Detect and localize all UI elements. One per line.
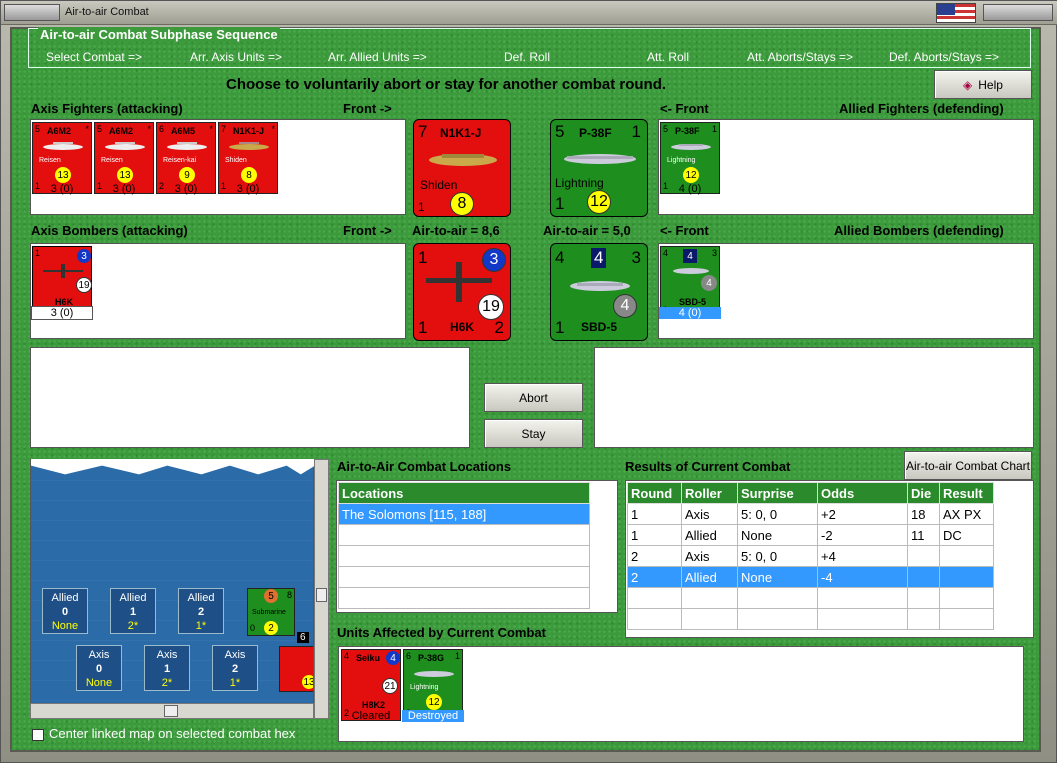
axis-air-to-air: Air-to-air = 8,6 bbox=[412, 223, 500, 238]
front-label: Front -> bbox=[343, 223, 392, 238]
center-map-checkbox[interactable] bbox=[32, 729, 44, 741]
counter-caption: 3 (0) bbox=[31, 306, 93, 320]
step-def-roll: Def. Roll bbox=[504, 50, 551, 64]
allied-box-1: Allied 1 2* bbox=[110, 588, 156, 634]
combat-chart-button[interactable]: Air-to-air Combat Chart bbox=[904, 451, 1032, 480]
locations-title: Air-to-Air Combat Locations bbox=[337, 459, 512, 474]
axis-map-counter[interactable]: 13 bbox=[279, 646, 313, 692]
allied-bombers-label: Allied Bombers (defending) bbox=[834, 223, 1004, 238]
location-item[interactable]: The Solomons [115, 188] bbox=[338, 503, 590, 525]
front-label: Front -> bbox=[343, 101, 392, 116]
help-icon: ◈ bbox=[963, 77, 973, 92]
map-vscrollbar[interactable] bbox=[314, 459, 329, 719]
mini-map[interactable]: Allied 0 None Allied 1 2* Allied 2 1* Axis 0 Non… bbox=[30, 459, 314, 719]
counter-caption: Destroyed bbox=[402, 710, 464, 722]
step-att-aborts: Att. Aborts/Stays => bbox=[747, 50, 854, 64]
axis-box-1: Axis 1 2* bbox=[144, 645, 190, 691]
window-frame: Air-to-air Combat Air-to-air Combat Subp… bbox=[0, 0, 1057, 763]
submarine-counter[interactable]: 5 8 Submarine 0 2 bbox=[247, 588, 295, 636]
counter-caption: Cleared bbox=[351, 710, 391, 722]
counter-caption: 4 (0) bbox=[659, 307, 721, 319]
result-row[interactable]: 2 Allied None -4 bbox=[627, 566, 994, 588]
abort-button[interactable]: Abort bbox=[484, 383, 583, 412]
front-label: <- Front bbox=[660, 101, 709, 116]
prompt-text: Choose to voluntarily abort or stay for … bbox=[226, 76, 667, 93]
system-menu-button[interactable] bbox=[4, 4, 60, 21]
hex-label: 6 bbox=[297, 632, 309, 643]
axis-box-0: Axis 0 None bbox=[76, 645, 122, 691]
result-row[interactable]: 1 Allied None -2 11 DC bbox=[627, 524, 994, 546]
allied-fighters-label: Allied Fighters (defending) bbox=[839, 101, 1004, 116]
result-row[interactable]: 1 Axis 5: 0, 0 +2 18 AX PX bbox=[627, 503, 994, 525]
step-arr-allied: Arr. Allied Units => bbox=[328, 50, 427, 64]
window-title: Air-to-air Combat bbox=[65, 6, 149, 18]
title-bar: Air-to-air Combat bbox=[1, 1, 1057, 25]
axis-box-2: Axis 2 1* bbox=[212, 645, 258, 691]
counter-caption: 4 (0) bbox=[678, 183, 702, 195]
allied-box-0: Allied 0 None bbox=[42, 588, 88, 634]
stay-button[interactable]: Stay bbox=[484, 419, 583, 448]
window-controls[interactable] bbox=[983, 4, 1053, 21]
counter-caption: 3 (0) bbox=[236, 183, 260, 195]
locations-panel: Locations The Solomons [115, 188] bbox=[336, 480, 618, 613]
step-arr-axis: Arr. Axis Units => bbox=[190, 50, 283, 64]
allied-air-to-air: Air-to-air = 5,0 bbox=[543, 223, 631, 238]
results-title: Results of Current Combat bbox=[625, 459, 791, 474]
allied-lead-bomber[interactable]: 4 4 3 4 1 SBD-5 bbox=[550, 243, 648, 341]
step-select-combat: Select Combat => bbox=[46, 50, 143, 64]
counter-caption: 3 (0) bbox=[174, 183, 198, 195]
result-row[interactable]: 2 Axis 5: 0, 0 +4 bbox=[627, 545, 994, 567]
locations-header: Locations bbox=[338, 482, 590, 504]
front-label: <- Front bbox=[660, 223, 709, 238]
step-att-roll: Att. Roll bbox=[647, 50, 690, 64]
results-panel: Round Roller Surprise Odds Die Result 1 Axis… bbox=[625, 480, 1034, 638]
axis-abort-panel bbox=[30, 347, 470, 448]
map-hscrollbar[interactable] bbox=[30, 703, 314, 719]
axis-fighters-label: Axis Fighters (attacking) bbox=[31, 101, 183, 116]
center-map-label: Center linked map on selected combat hex bbox=[49, 726, 296, 741]
affected-title: Units Affected by Current Combat bbox=[337, 625, 546, 640]
step-def-aborts: Def. Aborts/Stays => bbox=[889, 50, 1000, 64]
allied-lead-fighter[interactable]: 5 P-38F 1 Lightning 1 12 bbox=[550, 119, 648, 217]
counter-caption: 3 (0) bbox=[50, 183, 74, 195]
axis-lead-bomber[interactable]: 1 3 19 1 H6K 2 bbox=[413, 243, 511, 341]
sequence-title: Air-to-air Combat Subphase Sequence bbox=[38, 27, 280, 42]
axis-lead-fighter[interactable]: 7 N1K1-J Shiden 1 8 bbox=[413, 119, 511, 217]
counter-caption: 3 (0) bbox=[112, 183, 136, 195]
allied-abort-panel bbox=[594, 347, 1034, 448]
us-flag-icon bbox=[936, 3, 976, 23]
allied-box-2: Allied 2 1* bbox=[178, 588, 224, 634]
help-button[interactable]: ◈ Help bbox=[934, 70, 1032, 99]
axis-bombers-label: Axis Bombers (attacking) bbox=[31, 223, 188, 238]
